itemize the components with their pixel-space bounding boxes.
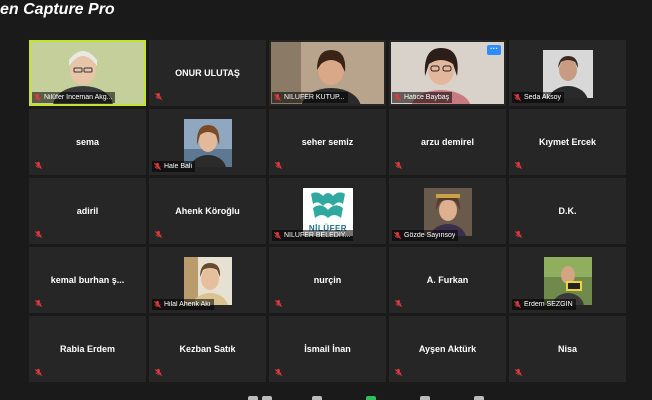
participant-display-name: Kezban Satık — [179, 344, 236, 354]
video-icon[interactable] — [262, 396, 272, 400]
muted-mic-icon — [154, 230, 163, 239]
participant-name-label: Erdem SEZGİN — [512, 299, 576, 310]
participant-display-name: adiril — [76, 206, 99, 216]
muted-mic-icon — [34, 230, 43, 239]
participant-tile[interactable]: Kıymet Ercek — [509, 109, 626, 175]
profile-photo-illustration — [184, 119, 232, 167]
muted-mic-icon — [513, 300, 522, 309]
nilufer-logo: NİLÜFER — [303, 188, 353, 236]
muted-mic-icon — [274, 161, 283, 170]
muted-mic-icon — [154, 92, 163, 101]
mute-icon[interactable] — [248, 396, 258, 400]
participant-profile-photo — [424, 188, 472, 236]
participant-tile[interactable]: Rabia Erdem — [29, 316, 146, 382]
participant-name-label: NİLÜFER BELEDİY... — [272, 230, 354, 241]
participant-display-name: Ahenk Köroğlu — [175, 206, 240, 216]
muted-mic-icon — [34, 299, 43, 308]
participants-icon[interactable] — [312, 396, 322, 400]
muted-mic-icon — [153, 162, 162, 171]
meeting-toolbar — [0, 394, 652, 400]
participant-tile[interactable]: seher semiz — [269, 109, 386, 175]
participant-tile[interactable]: A. Furkan — [389, 247, 506, 313]
participant-display-name: sema — [75, 137, 100, 147]
participant-name-label: Gözde Sayınsoy — [392, 230, 459, 241]
muted-mic-icon — [393, 231, 402, 240]
profile-photo-illustration — [184, 257, 232, 305]
participant-display-name: İsmail İnan — [304, 344, 351, 354]
participant-name-label: Hatice Baybaş — [392, 92, 453, 103]
participant-display-name: ONUR ULUTAŞ — [175, 68, 240, 78]
participant-name-label: Hilal Ahenk Akı — [152, 299, 214, 310]
participant-name-label: Seda Aksoy — [512, 92, 564, 103]
record-icon[interactable] — [420, 396, 430, 400]
muted-mic-icon — [274, 368, 283, 377]
participant-tile[interactable]: Nisa — [509, 316, 626, 382]
participant-tile[interactable]: adiril — [29, 178, 146, 244]
participant-tile[interactable]: kemal burhan ş... — [29, 247, 146, 313]
profile-photo-illustration — [424, 188, 472, 236]
participant-profile-photo — [543, 50, 593, 98]
participant-profile-photo — [184, 257, 232, 305]
share-screen-icon[interactable] — [366, 396, 376, 400]
participant-display-name: Kıymet Ercek — [538, 137, 597, 147]
participant-tile[interactable]: nurçin — [269, 247, 386, 313]
participant-tile[interactable]: Hale Bali — [149, 109, 266, 175]
reactions-icon[interactable] — [474, 396, 484, 400]
muted-mic-icon — [33, 93, 42, 102]
muted-mic-icon — [394, 299, 403, 308]
muted-mic-icon — [394, 161, 403, 170]
participant-display-name: seher semiz — [301, 137, 354, 147]
participant-tile[interactable]: Gözde Sayınsoy — [389, 178, 506, 244]
participant-tile[interactable]: Nilüfer İnceman Akg... — [29, 40, 146, 106]
participant-name-label: NİLÜFER KÜTÜP... — [272, 92, 348, 103]
muted-mic-icon — [154, 368, 163, 377]
muted-mic-icon — [393, 93, 402, 102]
participant-display-name: Rabia Erdem — [59, 344, 116, 354]
participant-tile[interactable]: İsmail İnan — [269, 316, 386, 382]
participant-name-label: Hale Bali — [152, 161, 196, 172]
muted-mic-icon — [34, 368, 43, 377]
muted-mic-icon — [153, 300, 162, 309]
participant-tile[interactable]: NİLÜFER KÜTÜP... — [269, 40, 386, 106]
muted-mic-icon — [34, 161, 43, 170]
watermark-main-text: en Capture Pro — [0, 1, 115, 18]
participant-display-name: arzu demirel — [420, 137, 475, 147]
participant-tile[interactable]: Erdem SEZGİN — [509, 247, 626, 313]
participant-profile-photo — [544, 257, 592, 305]
muted-mic-icon — [513, 93, 522, 102]
muted-mic-icon — [514, 230, 523, 239]
muted-mic-icon — [514, 368, 523, 377]
muted-mic-icon — [514, 161, 523, 170]
profile-photo-illustration — [544, 257, 592, 305]
participant-display-name: nurçin — [313, 275, 342, 285]
muted-mic-icon — [273, 231, 282, 240]
participant-profile-photo — [184, 119, 232, 167]
participant-display-name: Nisa — [557, 344, 577, 354]
participant-display-name: kemal burhan ş... — [50, 275, 125, 285]
muted-mic-icon — [274, 299, 283, 308]
participant-tile[interactable]: NİLÜFER NİLÜFER BELEDİY... — [269, 178, 386, 244]
participant-tile[interactable]: ONUR ULUTAŞ — [149, 40, 266, 106]
participant-tile[interactable]: Seda Aksoy — [509, 40, 626, 106]
participant-tile[interactable]: Ayşen Aktürk — [389, 316, 506, 382]
participant-tile[interactable]: D.K. — [509, 178, 626, 244]
muted-mic-icon — [394, 368, 403, 377]
participant-gallery: Nilüfer İnceman Akg... ONUR ULUTAŞ NİLÜF… — [29, 40, 626, 382]
participant-display-name: Ayşen Aktürk — [418, 344, 477, 354]
more-options-button[interactable]: ··· — [487, 45, 501, 55]
participant-tile[interactable]: Kezban Satık — [149, 316, 266, 382]
participant-display-name: A. Furkan — [426, 275, 469, 285]
muted-mic-icon — [273, 93, 282, 102]
participant-tile[interactable]: Hilal Ahenk Akı — [149, 247, 266, 313]
participant-tile[interactable]: arzu demirel — [389, 109, 506, 175]
participant-tile[interactable]: Ahenk Köroğlu — [149, 178, 266, 244]
participant-name-label: Nilüfer İnceman Akg... — [32, 92, 116, 103]
participant-tile[interactable]: ··· Hatice Baybaş — [389, 40, 506, 106]
profile-photo-illustration — [543, 50, 593, 98]
participant-display-name: D.K. — [558, 206, 577, 216]
participant-tile[interactable]: sema — [29, 109, 146, 175]
